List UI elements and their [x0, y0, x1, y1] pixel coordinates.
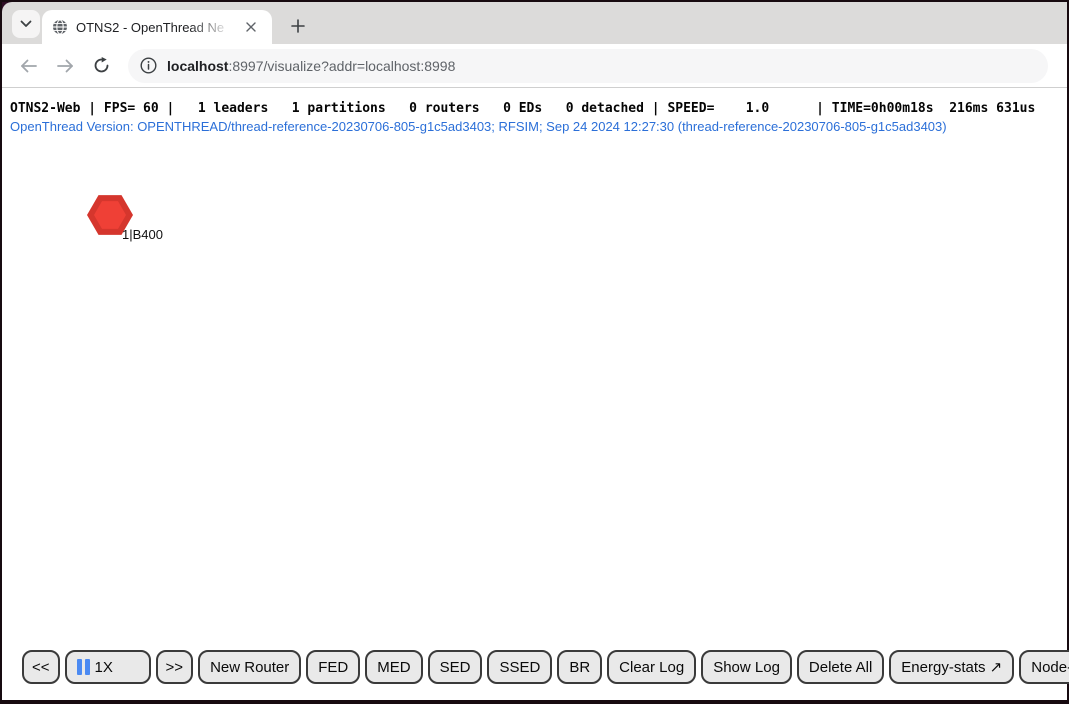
speed-up-button[interactable]: >>	[156, 650, 194, 684]
url-text: localhost:8997/visualize?addr=localhost:…	[167, 58, 455, 74]
close-icon	[246, 22, 256, 32]
globe-favicon-icon	[52, 19, 68, 35]
speed-down-button[interactable]: <<	[22, 650, 60, 684]
fed-button[interactable]: FED	[306, 650, 360, 684]
speed-button-label: 1X	[95, 659, 113, 676]
url-host: localhost	[167, 58, 228, 74]
url-bar[interactable]: localhost:8997/visualize?addr=localhost:…	[128, 49, 1048, 83]
reload-button[interactable]	[84, 49, 118, 83]
new-tab-button[interactable]	[284, 12, 312, 40]
browser-tab[interactable]: OTNS2 - OpenThread Ne	[42, 10, 272, 44]
reload-icon	[93, 57, 110, 74]
node-stats-button[interactable]: Node-stats ↗	[1019, 650, 1069, 684]
energy-stats-button[interactable]: Energy-stats ↗	[889, 650, 1014, 684]
delete-all-button[interactable]: Delete All	[797, 650, 884, 684]
med-button[interactable]: MED	[365, 650, 422, 684]
tab-bar: OTNS2 - OpenThread Ne	[2, 2, 1067, 44]
forward-arrow-icon	[56, 59, 74, 73]
node-label: 1|B400	[122, 227, 163, 242]
ssed-button[interactable]: SSED	[487, 650, 552, 684]
new-router-button[interactable]: New Router	[198, 650, 301, 684]
plus-icon	[291, 19, 305, 33]
simulator-status-line: OTNS2-Web | FPS= 60 | 1 leaders 1 partit…	[10, 101, 1035, 116]
tab-list-button[interactable]	[12, 10, 40, 38]
forward-button[interactable]	[48, 49, 82, 83]
clear-log-button[interactable]: Clear Log	[607, 650, 696, 684]
sed-button[interactable]: SED	[428, 650, 483, 684]
otns-canvas: OTNS2-Web | FPS= 60 | 1 leaders 1 partit…	[2, 88, 1067, 699]
openthread-version-line: OpenThread Version: OPENTHREAD/thread-re…	[10, 119, 947, 134]
tab-close-icon[interactable]	[242, 18, 260, 36]
back-button[interactable]	[12, 49, 46, 83]
br-button[interactable]: BR	[557, 650, 602, 684]
browser-navbar: localhost:8997/visualize?addr=localhost:…	[2, 44, 1067, 88]
browser-window: OTNS2 - OpenThread Ne	[0, 0, 1069, 704]
show-log-button[interactable]: Show Log	[701, 650, 792, 684]
speed-button[interactable]: 1X	[65, 650, 151, 684]
tab-title: OTNS2 - OpenThread Ne	[76, 20, 234, 35]
pause-icon	[77, 659, 90, 675]
site-info-icon[interactable]	[140, 57, 157, 74]
chevron-down-icon	[20, 20, 32, 28]
back-arrow-icon	[20, 59, 38, 73]
simulator-toolbar: << 1X >> New Router FED MED SED SSED BR …	[22, 650, 1069, 684]
url-path: :8997/visualize?addr=localhost:8998	[228, 58, 455, 74]
